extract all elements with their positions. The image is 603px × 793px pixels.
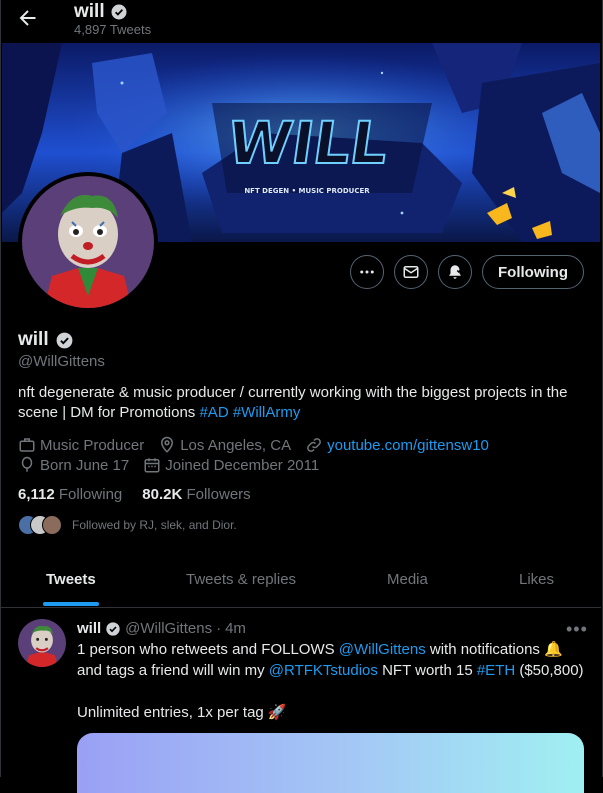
tweet-text: 1 person who retweets and FOLLOWS @WillG…	[77, 639, 592, 723]
profile-birthday: Born June 17	[18, 456, 129, 474]
location-pin-icon	[161, 436, 174, 453]
banner-title: WILL	[223, 109, 392, 177]
profile-name: will	[18, 329, 74, 351]
balloon-icon	[21, 456, 33, 472]
birthday-text: Born June 17	[40, 456, 130, 474]
following-count: 6,112	[18, 486, 55, 503]
location-text: Los Angeles, CA	[180, 436, 292, 454]
profile-website[interactable]: youtube.com/gittensw10	[305, 436, 489, 454]
header-name: will	[74, 1, 105, 22]
profile-joined: Joined December 2011	[143, 456, 319, 474]
followers-label: Followers	[186, 486, 251, 503]
tab-tweets[interactable]: Tweets	[46, 571, 96, 588]
message-button[interactable]	[394, 255, 428, 289]
active-tab-indicator	[43, 602, 99, 606]
notifications-button[interactable]	[438, 255, 472, 289]
calendar-icon	[144, 458, 160, 473]
bio-hashtag-willarmy[interactable]: #WillArmy	[233, 404, 301, 421]
followers-stat[interactable]: 80.2K Followers	[142, 486, 250, 503]
tweet-text-segment: ($50,800)	[515, 662, 584, 679]
verified-badge-icon	[56, 332, 73, 348]
more-icon	[360, 270, 374, 274]
tweet-mention-willgittens[interactable]: @WillGittens	[339, 641, 426, 658]
bio-hashtag-ad[interactable]: #AD	[199, 404, 228, 421]
tweet-line: Unlimited entries, 1x per tag 🚀	[77, 702, 592, 723]
following-button[interactable]: Following	[482, 255, 584, 289]
profile-meta-row-1: Music Producer Los Angeles, CA youtube.c…	[18, 436, 503, 454]
following-label: Following	[58, 486, 123, 503]
tweet-separator: ·	[216, 620, 222, 637]
tweet-author-handle[interactable]: @WillGittens	[125, 620, 212, 637]
followed-by-row[interactable]: Followed by RJ, slek, and Dior.	[18, 515, 237, 535]
profile-display-name: will	[18, 329, 49, 350]
joined-text: Joined December 2011	[165, 456, 320, 474]
followed-by-text: Followed by RJ, slek, and Dior.	[72, 518, 237, 532]
follower-avatar	[42, 515, 62, 535]
tweet-avatar[interactable]	[18, 619, 66, 667]
banner-subtitle: NFT DEGEN • MUSIC PRODUCER	[244, 187, 370, 195]
profile-avatar[interactable]	[18, 172, 158, 312]
tweet-media[interactable]	[77, 733, 584, 793]
profile-meta-row-2: Born June 17 Joined December 2011	[18, 456, 333, 474]
tweet-text-segment: Unlimited entries, 1x per tag 🚀	[77, 704, 287, 721]
tweet-text-segment: and tags a friend will win my	[77, 662, 269, 679]
followers-count: 80.2K	[142, 486, 183, 503]
tweet-text-segment: 1 person who retweets and FOLLOWS	[77, 641, 339, 658]
verified-badge-icon	[111, 4, 127, 20]
message-icon	[403, 266, 419, 278]
tweet-header: will @WillGittens · 4m	[77, 620, 246, 637]
profile-handle: @WillGittens	[18, 353, 105, 370]
tweet-timestamp[interactable]: 4m	[225, 620, 246, 637]
verified-badge-icon	[106, 621, 120, 636]
profile-stats: 6,112 Following 80.2K Followers	[18, 486, 251, 503]
top-bar: will 4,897 Tweets	[0, 0, 601, 43]
tweet-count: 4,897 Tweets	[74, 22, 152, 37]
tweet-line: and tags a friend will win my @RTFKTstud…	[77, 660, 592, 681]
profile-bio: nft degenerate & music producer / curren…	[18, 383, 588, 423]
notification-bell-icon	[449, 265, 463, 279]
link-icon	[307, 438, 322, 452]
tweet-text-segment: NFT worth 15	[377, 662, 477, 679]
tweet-hashtag-eth[interactable]: #ETH	[477, 662, 515, 679]
tweet-author-name[interactable]: will	[77, 620, 101, 637]
tab-tweets-replies[interactable]: Tweets & replies	[186, 571, 296, 588]
tweet-more-icon[interactable]: •••	[566, 619, 588, 640]
header-title: will	[74, 1, 128, 23]
profile-location: Los Angeles, CA	[158, 436, 291, 454]
more-button[interactable]	[350, 255, 384, 289]
tweet-text-segment: with notifications 🔔	[425, 641, 563, 658]
profile-tabs: Tweets Tweets & replies Media Likes	[0, 555, 601, 608]
tweet-mention-rtfkt[interactable]: @RTFKTstudios	[269, 662, 378, 679]
category-text: Music Producer	[40, 436, 145, 454]
back-arrow-icon[interactable]	[16, 6, 40, 30]
following-stat[interactable]: 6,112 Following	[18, 486, 122, 503]
tab-likes[interactable]: Likes	[519, 571, 554, 588]
tab-media[interactable]: Media	[387, 571, 428, 588]
tweet-line: 1 person who retweets and FOLLOWS @WillG…	[77, 639, 592, 660]
profile-category: Music Producer	[18, 436, 144, 454]
briefcase-icon	[19, 438, 35, 452]
website-link[interactable]: youtube.com/gittensw10	[327, 437, 489, 454]
